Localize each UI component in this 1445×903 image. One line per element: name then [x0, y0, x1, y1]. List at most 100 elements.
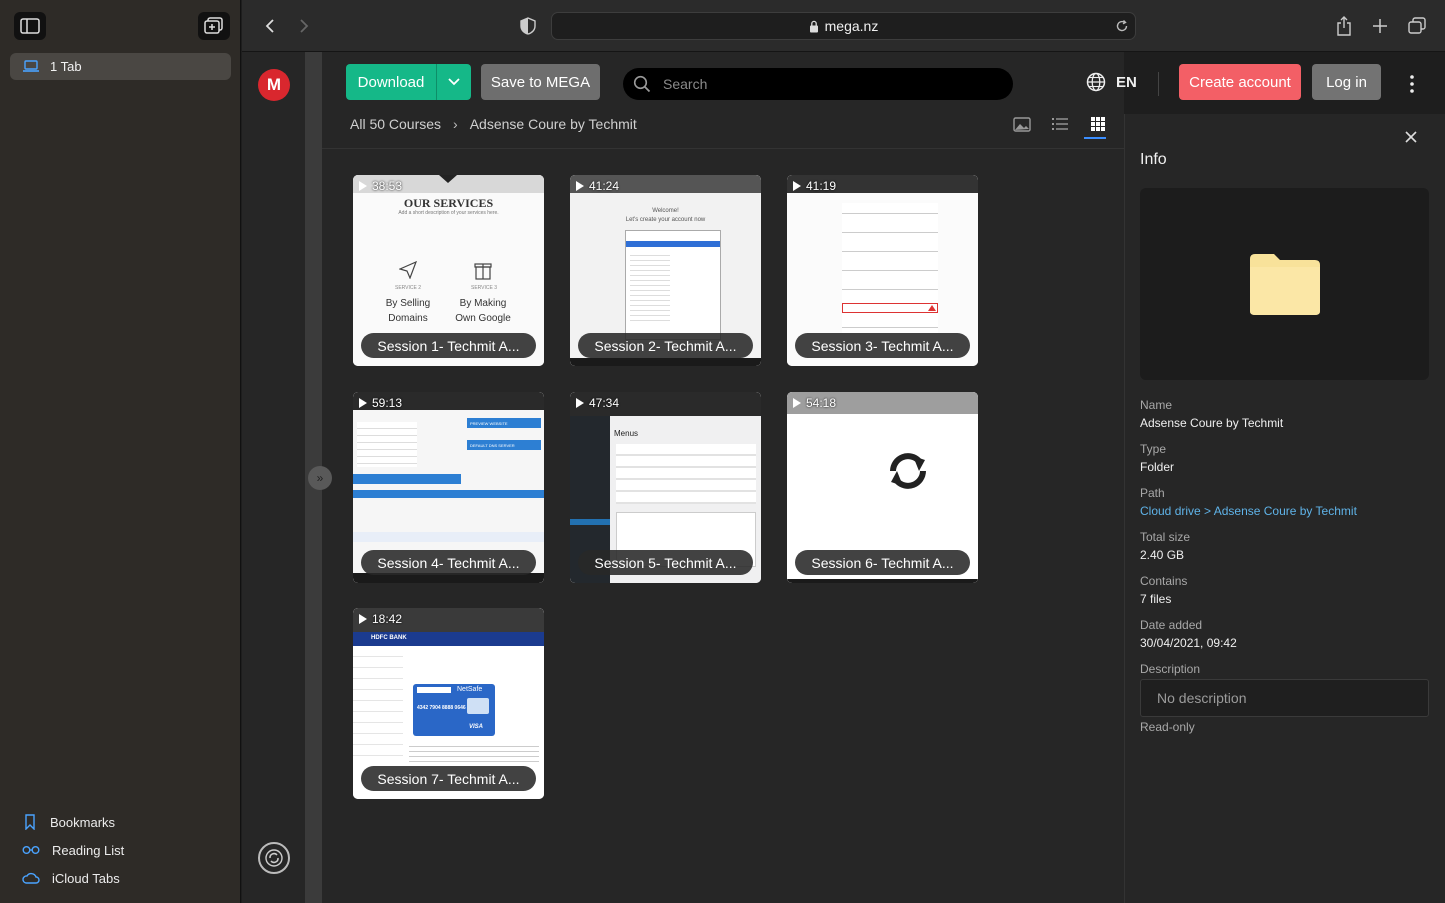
download-button[interactable]: Download — [346, 64, 471, 100]
duration-badge: 18:42 — [359, 612, 402, 626]
grid-icon — [1091, 117, 1105, 131]
address-bar[interactable]: mega.nz — [551, 12, 1136, 40]
play-icon — [359, 614, 367, 624]
info-date-value: 30/04/2021, 09:42 — [1140, 636, 1237, 650]
create-account-button[interactable]: Create account — [1179, 64, 1301, 100]
sidebar-item-bookmarks[interactable]: Bookmarks — [22, 814, 115, 830]
back-button[interactable] — [258, 14, 282, 38]
gift-icon — [474, 263, 492, 280]
info-path-link[interactable]: Cloud drive > Adsense Coure by Techmit — [1140, 504, 1357, 518]
globe-icon — [1086, 72, 1106, 92]
thumbnail-heading: OUR SERVICES — [403, 196, 494, 210]
duration-badge: 41:24 — [576, 179, 619, 193]
chevron-right-icon — [300, 19, 309, 33]
duration-badge: 54:18 — [793, 396, 836, 410]
info-contains-label: Contains — [1140, 574, 1188, 588]
sidebar-item-reading-list[interactable]: Reading List — [22, 842, 124, 858]
description-field: No description — [1140, 679, 1429, 717]
bookmark-icon — [25, 814, 35, 830]
share-button[interactable] — [1332, 14, 1356, 38]
tab-group-icon — [204, 17, 223, 34]
close-info-button[interactable] — [1402, 128, 1420, 146]
privacy-shield-button[interactable] — [516, 14, 540, 38]
sidebar-item-label: Bookmarks — [50, 814, 116, 830]
save-to-mega-button[interactable]: Save to MEGA — [481, 64, 600, 100]
more-menu-button[interactable] — [1402, 72, 1422, 96]
share-icon — [1337, 16, 1351, 36]
new-tab-button[interactable] — [1368, 14, 1392, 38]
list-view-button[interactable] — [1050, 114, 1070, 134]
breadcrumb-root[interactable]: All 50 Courses — [350, 116, 441, 132]
sidebar-item-label: iCloud Tabs — [52, 870, 120, 886]
tab-count-label: 1 Tab — [50, 59, 82, 74]
thumbnail-button: DEFAULT DNS SERVER — [467, 440, 541, 450]
duration-badge: 38:53 — [359, 179, 402, 193]
info-type-value: Folder — [1140, 460, 1175, 474]
shield-icon — [520, 17, 536, 35]
chevron-left-icon — [265, 19, 274, 33]
video-tile[interactable]: Welcome! Let's create your account now 4… — [570, 175, 761, 366]
laptop-icon — [23, 60, 39, 72]
login-button[interactable]: Log in — [1312, 64, 1381, 100]
sidebar-item-label: Reading List — [52, 842, 125, 858]
sidebar-toggle-icon — [20, 18, 40, 34]
tile-caption: Session 7- Techmit A... — [361, 766, 536, 791]
mega-left-rail: M — [242, 52, 305, 903]
header-divider — [1158, 72, 1159, 96]
reload-icon[interactable] — [1115, 19, 1129, 33]
info-contains-value: 7 files — [1140, 592, 1172, 606]
forward-button[interactable] — [292, 14, 316, 38]
tab-overview-button[interactable] — [1405, 14, 1429, 38]
refresh-icon — [890, 453, 926, 489]
sidebar-toggle-button[interactable] — [14, 12, 46, 40]
tab-list-item[interactable]: 1 Tab — [10, 53, 231, 80]
language-selector[interactable]: EN — [1086, 72, 1137, 92]
duration-badge: 59:13 — [359, 396, 402, 410]
thumbnail-view-button[interactable] — [1012, 114, 1032, 134]
search-input[interactable] — [663, 76, 983, 92]
tile-caption: Session 3- Techmit A... — [795, 333, 970, 358]
download-options-button[interactable] — [436, 64, 471, 100]
content-divider — [322, 148, 1124, 149]
play-icon — [793, 398, 801, 408]
sync-button[interactable] — [258, 842, 290, 874]
close-icon — [1405, 131, 1417, 143]
active-view-indicator — [1084, 137, 1106, 139]
video-tile[interactable]: Menus 47:34 Session 5- Techmit A... — [570, 392, 761, 583]
search-bar[interactable] — [623, 68, 1013, 100]
info-name-label: Name — [1140, 398, 1173, 412]
info-name-value: Adsense Coure by Techmit — [1140, 416, 1284, 430]
service-tag: SERVICE 3 — [470, 285, 498, 291]
video-tile[interactable]: HDFC BANK NetSafe 4342 7904 8888 0646 VI… — [353, 608, 544, 799]
tile-caption: Session 6- Techmit A... — [795, 550, 970, 575]
card-brand-text: NetSafe — [457, 686, 483, 693]
info-description-label: Description — [1140, 662, 1201, 676]
tile-caption: Session 5- Techmit A... — [578, 550, 753, 575]
mega-logo[interactable]: M — [258, 69, 290, 101]
info-date-label: Date added — [1140, 618, 1203, 632]
video-tile[interactable]: PREVIEW WEBSITE DEFAULT DNS SERVER 59:13… — [353, 392, 544, 583]
double-chevron-icon: » — [316, 471, 324, 485]
grid-view-button[interactable] — [1088, 114, 1108, 134]
video-tile[interactable]: OUR SERVICES Add a short description of … — [353, 175, 544, 366]
video-tile[interactable]: 41:19 Session 3- Techmit A... — [787, 175, 978, 366]
duration-badge: 41:19 — [793, 179, 836, 193]
new-tab-group-button[interactable] — [198, 12, 230, 40]
info-size-label: Total size — [1140, 530, 1191, 544]
paper-plane-icon — [399, 261, 417, 279]
language-code: EN — [1116, 73, 1137, 91]
info-size-value: 2.40 GB — [1140, 548, 1185, 562]
view-toggles — [1012, 114, 1108, 134]
tab-overview-icon — [1408, 17, 1426, 34]
sidebar-item-icloud-tabs[interactable]: iCloud Tabs — [22, 870, 120, 886]
collapse-handle[interactable]: » — [308, 466, 332, 490]
video-tile[interactable]: 54:18 Session 6- Techmit A... — [787, 392, 978, 583]
thumbnail-button: PREVIEW WEBSITE — [467, 418, 541, 428]
info-panel-title: Info — [1140, 151, 1167, 168]
breadcrumb: All 50 Courses › Adsense Coure by Techmi… — [350, 114, 637, 134]
play-icon — [359, 181, 367, 191]
tile-caption: Session 4- Techmit A... — [361, 550, 536, 575]
download-label: Download — [357, 73, 425, 91]
play-icon — [793, 181, 801, 191]
card-number-text: 4342 7904 8888 0646 — [417, 705, 466, 711]
